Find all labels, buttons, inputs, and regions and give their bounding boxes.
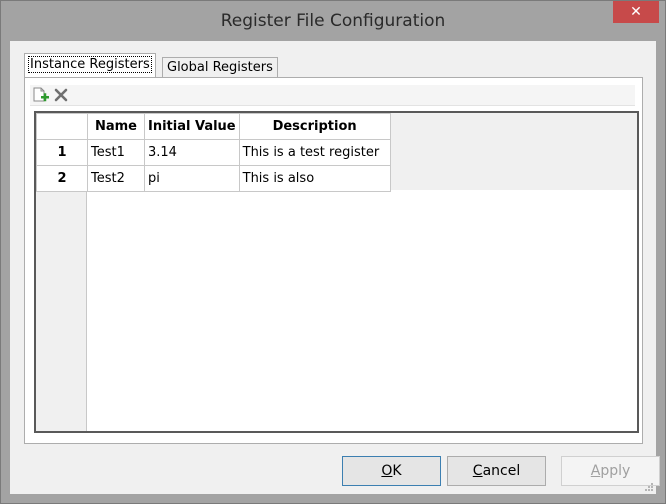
tab-instance-registers[interactable]: Instance Registers: [24, 53, 156, 78]
instance-registers-panel: Name Initial Value Description 1 Test1 3…: [24, 77, 643, 444]
corner-cell[interactable]: [36, 113, 88, 140]
cancel-label-rest: ancel: [482, 463, 521, 479]
resize-grip-icon[interactable]: [644, 482, 654, 492]
apply-label-rest: pply: [600, 463, 631, 479]
cell-description[interactable]: This is a test register: [238, 139, 391, 166]
cell-initial-value[interactable]: 3.14: [144, 139, 240, 166]
cancel-button[interactable]: Cancel: [447, 456, 546, 486]
register-grid: Name Initial Value Description 1 Test1 3…: [34, 111, 639, 433]
grid-toolbar: [30, 85, 635, 106]
grid-empty-area: [87, 190, 637, 431]
cancel-mnemonic: C: [472, 463, 483, 479]
tab-global-registers[interactable]: Global Registers: [162, 57, 278, 77]
header-row: Name Initial Value Description: [36, 113, 391, 140]
window-title: Register File Configuration: [220, 11, 446, 31]
table-row[interactable]: 2 Test2 pi This is also: [36, 165, 391, 192]
close-button[interactable]: ✕: [613, 1, 659, 23]
tab-label: Instance Registers: [28, 56, 152, 73]
ok-label-rest: K: [392, 463, 402, 479]
column-header-name[interactable]: Name: [87, 113, 145, 140]
ok-button[interactable]: OK: [342, 456, 441, 486]
cell-name[interactable]: Test1: [87, 139, 145, 166]
dialog-client-area: Instance Registers Global Registers Name…: [10, 41, 660, 494]
ok-mnemonic: O: [381, 463, 393, 479]
cell-initial-value[interactable]: pi: [144, 165, 240, 192]
cell-name[interactable]: Test2: [87, 165, 145, 192]
row-header-strip: [36, 190, 87, 431]
title-bar[interactable]: Register File Configuration ✕: [1, 1, 665, 41]
row-header[interactable]: 2: [36, 165, 88, 192]
add-row-icon[interactable]: [32, 87, 50, 103]
dialog-window: Register File Configuration ✕ Instance R…: [0, 0, 666, 504]
tab-label: Global Registers: [167, 60, 273, 75]
column-header-description[interactable]: Description: [238, 113, 391, 140]
apply-mnemonic: A: [590, 463, 601, 479]
cell-description[interactable]: This is also: [238, 165, 391, 192]
delete-row-icon[interactable]: [52, 87, 70, 103]
column-header-initial-value[interactable]: Initial Value: [144, 113, 240, 140]
row-header[interactable]: 1: [36, 139, 88, 166]
close-icon: ✕: [630, 4, 642, 20]
table-row[interactable]: 1 Test1 3.14 This is a test register: [36, 139, 391, 166]
register-table: Name Initial Value Description 1 Test1 3…: [36, 113, 391, 192]
